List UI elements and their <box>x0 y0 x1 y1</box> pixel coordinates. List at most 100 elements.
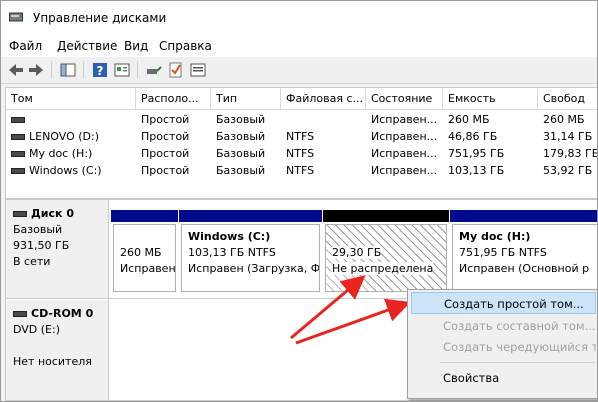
console-tree-icon[interactable] <box>59 61 77 79</box>
volume-free: 53,92 ГБ <box>543 164 593 177</box>
partition-size: 29,30 ГБ <box>332 246 382 259</box>
volume-name: Windows (C:) <box>29 164 102 177</box>
volume-filesystem: NTFS <box>286 164 315 177</box>
forward-icon[interactable] <box>27 61 45 79</box>
toolbar-separator <box>83 62 84 78</box>
menu-item-create-simple-volume[interactable]: Создать простой том... <box>411 292 596 314</box>
menu-item-create-spanned-volume[interactable]: Создать составной том... <box>411 315 596 337</box>
partition-bar <box>450 210 597 222</box>
volume-layout: Простой <box>141 147 190 160</box>
volume-status: Исправен... <box>371 113 438 126</box>
partition-status: Исправен (Основной р <box>459 262 590 275</box>
partition-my-doc-h[interactable]: My doc (H:) 751,95 ГБ NTFS Исправен (Осн… <box>450 210 597 294</box>
volume-status: Исправен... <box>371 130 438 143</box>
toolbar: ? <box>1 57 597 84</box>
table-row[interactable]: Простой Базовый Исправен... 260 МБ 260 М… <box>6 111 597 128</box>
toolbar-separator <box>51 62 52 78</box>
table-row[interactable]: Windows (C:) Простой Базовый NTFS Исправ… <box>6 162 597 179</box>
volume-free: 179,83 ГБ <box>543 147 598 160</box>
menu-bar: Файл Действие Вид Справка <box>1 35 597 57</box>
check-icon[interactable] <box>167 61 185 79</box>
volume-list: Том Располо... Тип Файловая с... Состоян… <box>5 87 598 199</box>
column-header-free[interactable]: Свобод <box>538 88 597 110</box>
volume-capacity: 46,86 ГБ <box>448 130 498 143</box>
volume-type: Базовый <box>216 147 266 160</box>
volume-layout: Простой <box>141 113 190 126</box>
volume-capacity: 751,95 ГБ <box>448 147 505 160</box>
partition-size: 751,95 ГБ NTFS <box>459 246 547 259</box>
volume-name: My doc (H:) <box>29 147 93 160</box>
toolbar-separator <box>137 62 138 78</box>
volume-status: Исправен... <box>371 147 438 160</box>
disk-type: Базовый <box>13 223 63 236</box>
partition-bar <box>179 210 322 222</box>
volume-filesystem: NTFS <box>286 130 315 143</box>
partition-status: Исправен <box>120 262 176 275</box>
title-bar: Управление дисками <box>1 1 597 35</box>
disk-size: 931,50 ГБ <box>13 239 70 252</box>
window-title: Управление дисками <box>33 11 167 25</box>
volume-icon <box>11 151 25 157</box>
menu-action[interactable]: Действие <box>57 39 117 53</box>
volume-name: LENOVO (D:) <box>29 130 100 143</box>
volume-free: 260 МБ <box>543 113 585 126</box>
column-header-status[interactable]: Состояние <box>366 88 443 110</box>
volume-status: Исправен... <box>371 164 438 177</box>
volume-icon <box>11 134 25 140</box>
table-row[interactable]: LENOVO (D:) Простой Базовый NTFS Исправе… <box>6 128 597 145</box>
volume-icon <box>11 117 25 123</box>
partition-windows-c[interactable]: Windows (C:) 103,13 ГБ NTFS Исправен (За… <box>179 210 322 294</box>
connect-icon[interactable] <box>145 61 163 79</box>
disk-name: Диск 0 <box>31 207 74 220</box>
menu-separator <box>440 362 595 363</box>
volume-type: Базовый <box>216 113 266 126</box>
cdrom-0-label[interactable]: CD-ROM 0 DVD (E:) Нет носителя <box>6 300 109 400</box>
partition-status: Исправен (Загрузка, Фа <box>188 262 320 275</box>
svg-text:?: ? <box>97 64 104 78</box>
column-header-volume[interactable]: Том <box>6 88 136 110</box>
volume-capacity: 103,13 ГБ <box>448 164 505 177</box>
volume-capacity: 260 МБ <box>448 113 490 126</box>
menu-item-properties[interactable]: Свойства <box>411 367 596 389</box>
volume-icon <box>11 168 25 174</box>
context-menu: Создать простой том... Создать составной… <box>407 289 597 399</box>
partition-unallocated[interactable]: 29,30 ГБ Не распределена <box>323 210 449 294</box>
back-icon[interactable] <box>7 61 25 79</box>
table-row[interactable]: My doc (H:) Простой Базовый NTFS Исправе… <box>6 145 598 162</box>
column-header-capacity[interactable]: Емкость <box>443 88 538 110</box>
cdrom-drive: DVD (E:) <box>13 323 61 336</box>
volume-type: Базовый <box>216 130 266 143</box>
volume-free: 31,14 ГБ <box>543 130 593 143</box>
menu-file[interactable]: Файл <box>9 39 42 53</box>
partition-bar <box>111 210 178 222</box>
volume-filesystem: NTFS <box>286 147 315 160</box>
cdrom-name: CD-ROM 0 <box>31 307 94 320</box>
disk-icon <box>13 211 27 217</box>
partition-bar <box>323 210 449 222</box>
volume-layout: Простой <box>141 130 190 143</box>
partition-size: 103,13 ГБ NTFS <box>188 246 276 259</box>
column-header-filesystem[interactable]: Файловая с... <box>281 88 366 110</box>
menu-view[interactable]: Вид <box>124 39 148 53</box>
volume-type: Базовый <box>216 164 266 177</box>
partition-title: Windows (C:) <box>188 230 271 243</box>
volume-layout: Простой <box>141 164 190 177</box>
cdrom-status: Нет носителя <box>13 355 92 368</box>
settings-icon[interactable] <box>189 61 207 79</box>
partition-title: My doc (H:) <box>459 230 531 243</box>
disk-status: В сети <box>13 255 51 268</box>
menu-help[interactable]: Справка <box>159 39 212 53</box>
column-header-type[interactable]: Тип <box>211 88 281 110</box>
disk-management-icon <box>9 12 23 22</box>
properties-icon[interactable] <box>113 61 131 79</box>
help-icon[interactable]: ? <box>91 61 109 79</box>
cdrom-icon <box>13 311 27 317</box>
disk-0-label[interactable]: Диск 0 Базовый 931,50 ГБ В сети <box>6 200 109 298</box>
menu-item-create-striped-volume[interactable]: Создать чередующийся то <box>411 336 596 358</box>
disk-management-window: Управление дисками Файл Действие Вид Спр… <box>0 0 598 402</box>
column-header-layout[interactable]: Располо... <box>136 88 211 110</box>
partition-size: 260 МБ <box>120 246 162 259</box>
partition-system-reserved[interactable]: 260 МБ Исправен <box>111 210 178 294</box>
partition-status: Не распределена <box>332 262 434 275</box>
volume-filesystem <box>281 111 366 128</box>
